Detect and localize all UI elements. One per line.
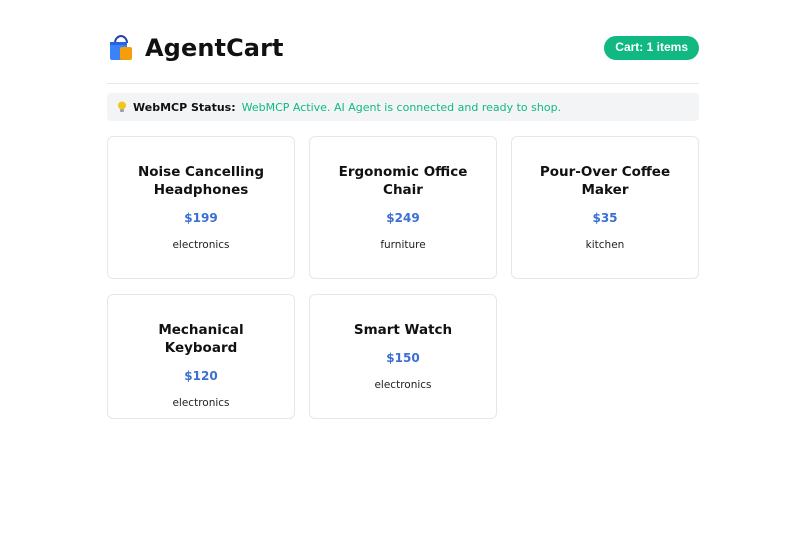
product-name: Noise Cancelling Headphones	[137, 164, 265, 199]
page: AgentCart Cart: 1 items WebMCP Status: W…	[0, 0, 806, 547]
header: AgentCart Cart: 1 items	[107, 30, 699, 66]
product-card[interactable]: Ergonomic Office Chair $249 furniture	[309, 136, 497, 279]
product-card[interactable]: Mechanical Keyboard $120 electronics	[107, 294, 295, 419]
webmcp-status-bar: WebMCP Status: WebMCP Active. AI Agent i…	[107, 93, 699, 121]
product-price: $249	[386, 211, 420, 226]
product-card[interactable]: Smart Watch $150 electronics	[309, 294, 497, 419]
shopping-bag-icon	[107, 34, 135, 62]
product-category: electronics	[172, 239, 230, 252]
product-category: kitchen	[585, 239, 625, 252]
product-name: Pour-Over Coffee Maker	[539, 164, 671, 199]
product-card[interactable]: Noise Cancelling Headphones $199 electro…	[107, 136, 295, 279]
product-category: electronics	[172, 397, 230, 410]
product-grid: Noise Cancelling Headphones $199 electro…	[107, 136, 699, 419]
product-price: $35	[592, 211, 618, 226]
brand: AgentCart	[107, 34, 284, 62]
status-message: WebMCP Active. AI Agent is connected and…	[241, 100, 562, 114]
status-label: WebMCP Status:	[133, 100, 236, 114]
product-price: $120	[184, 369, 218, 384]
product-name: Mechanical Keyboard	[158, 322, 244, 357]
product-category: furniture	[380, 239, 426, 252]
product-name: Smart Watch	[353, 322, 453, 338]
product-price: $150	[386, 351, 420, 366]
product-card[interactable]: Pour-Over Coffee Maker $35 kitchen	[511, 136, 699, 279]
product-price: $199	[184, 211, 218, 226]
app-title: AgentCart	[145, 34, 284, 62]
product-category: electronics	[374, 379, 432, 392]
cart-button[interactable]: Cart: 1 items	[604, 36, 699, 60]
product-name: Ergonomic Office Chair	[338, 164, 468, 199]
light-bulb-icon	[117, 101, 127, 113]
header-divider	[107, 83, 699, 84]
